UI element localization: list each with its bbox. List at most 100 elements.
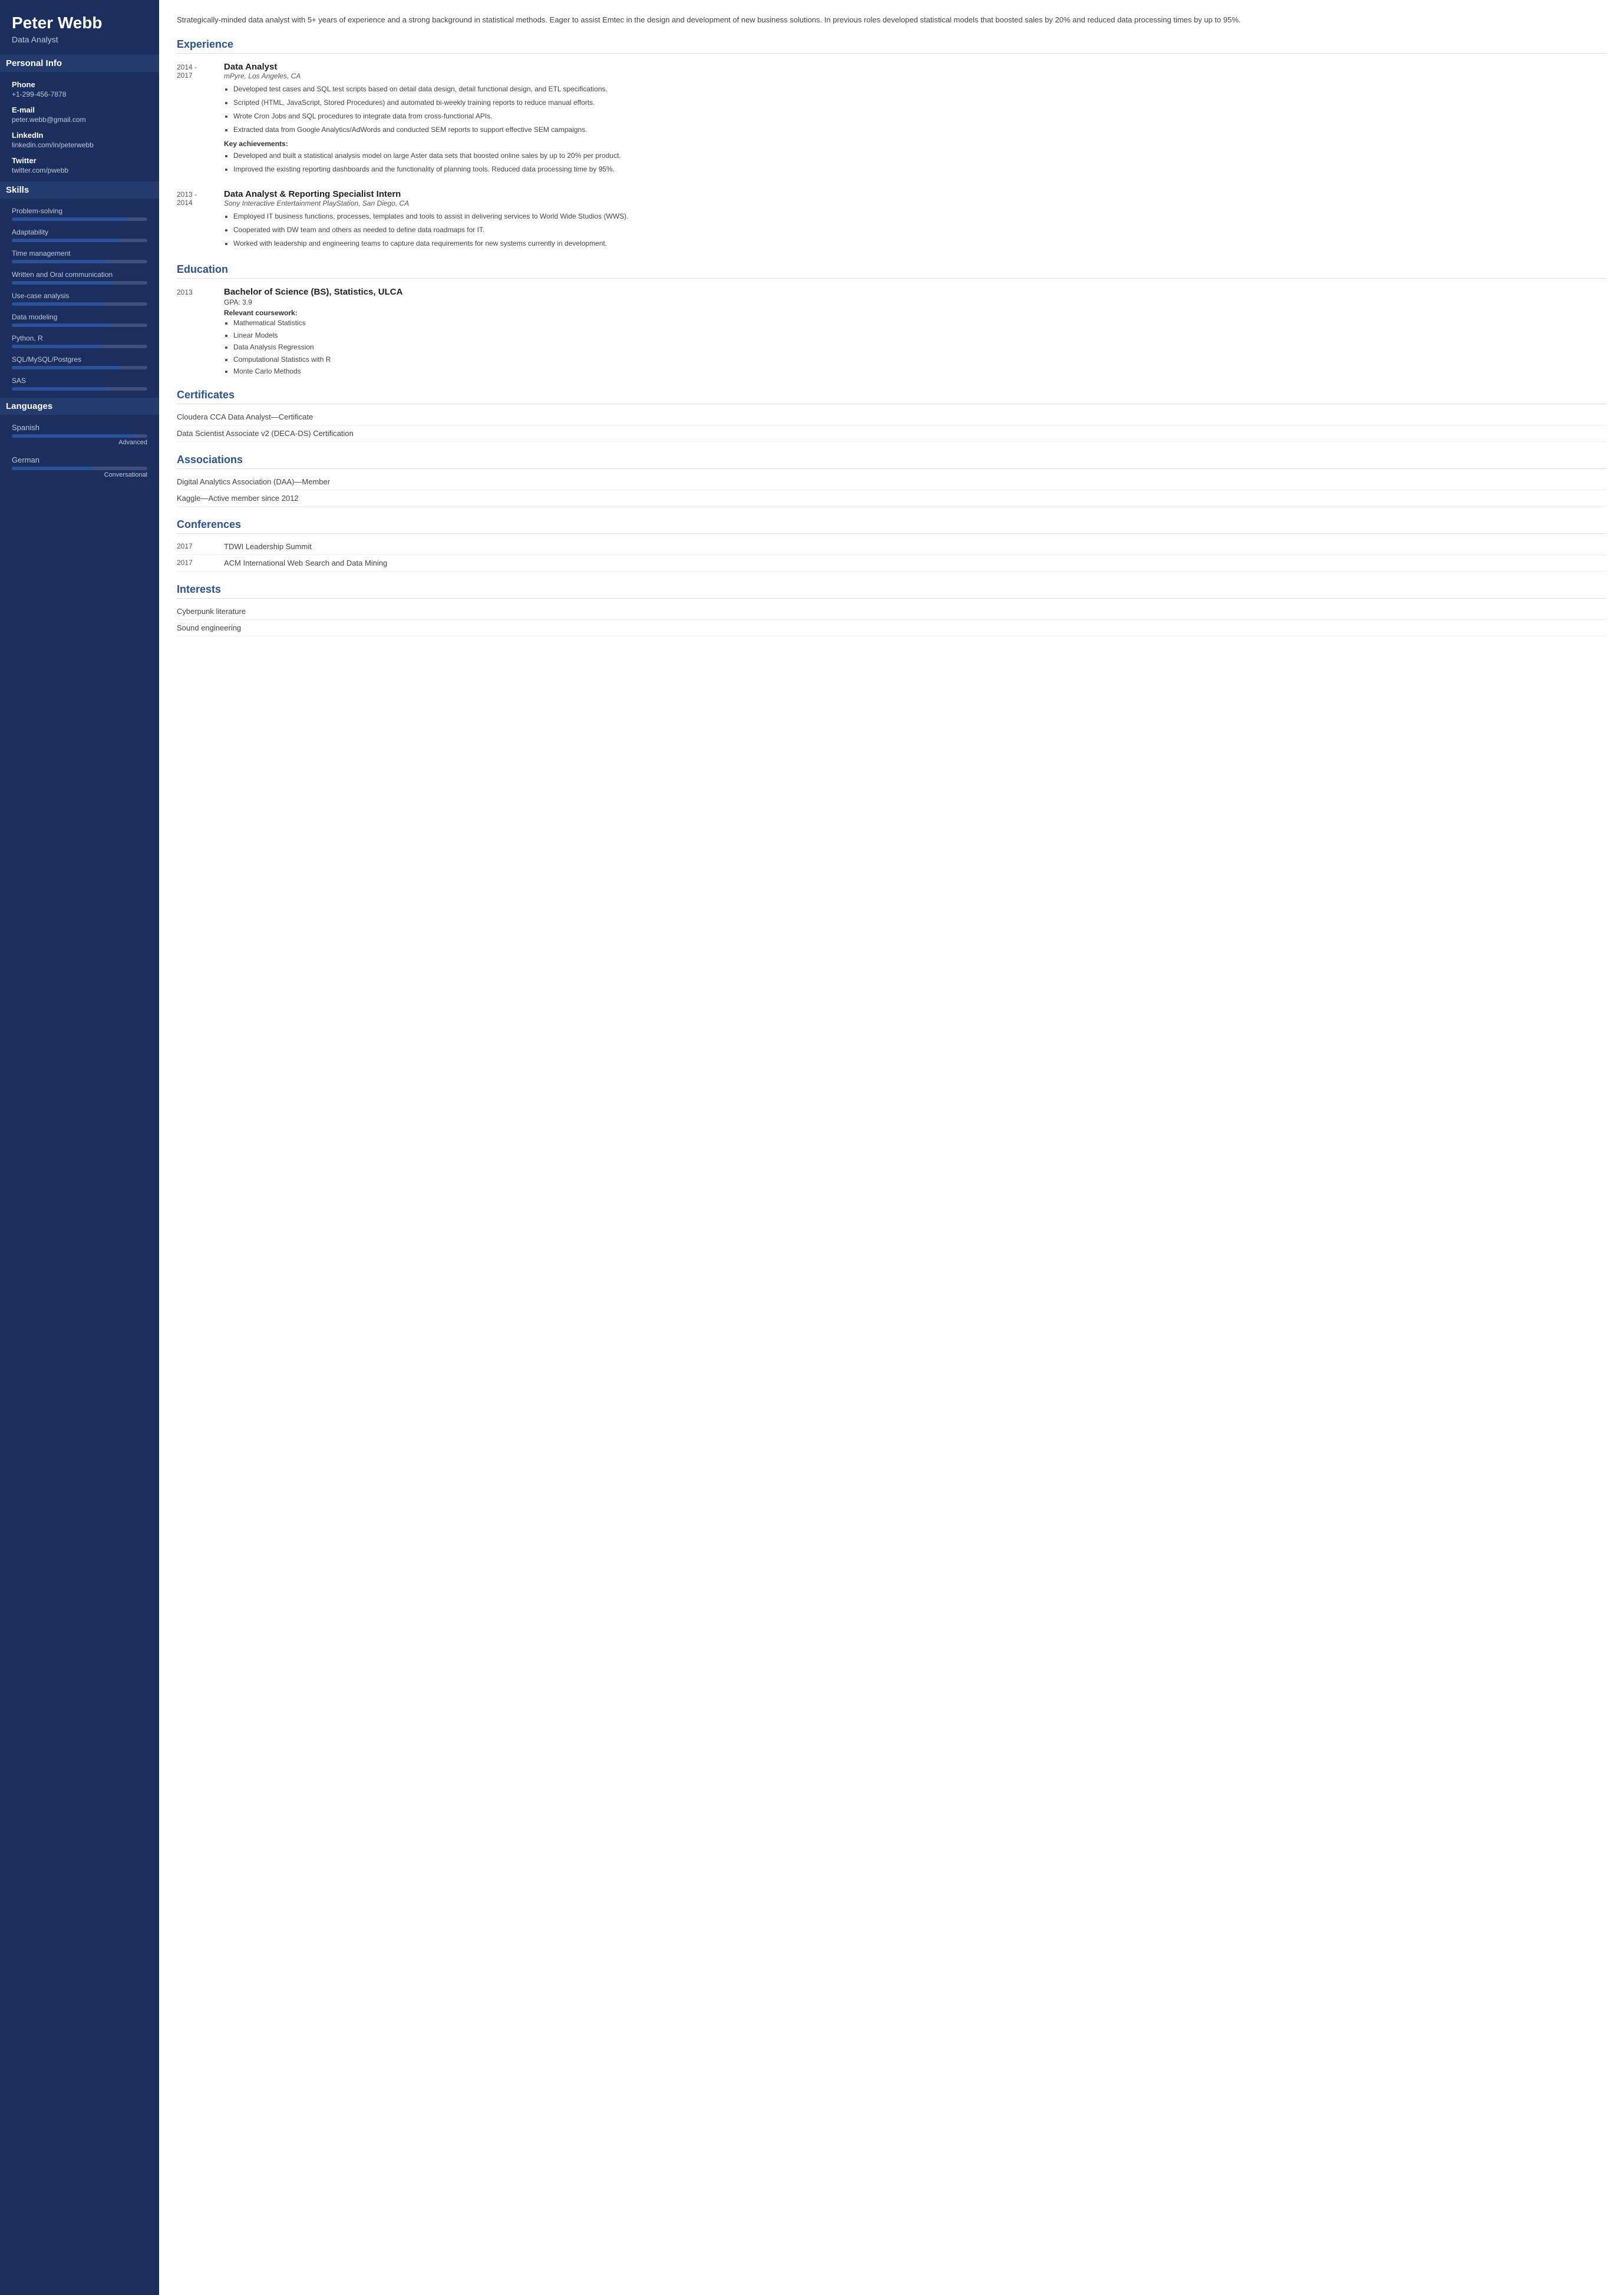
exp-content: Data Analyst & Reporting Specialist Inte…: [224, 189, 1606, 252]
associations-list: Digital Analytics Association (DAA)—Memb…: [177, 477, 1606, 507]
language-bar-bg: [12, 434, 147, 438]
skill-item: Python, R: [12, 334, 147, 348]
interests-section: Interests Cyberpunk literature Sound engi…: [177, 583, 1606, 636]
interests-list: Cyberpunk literature Sound engineering: [177, 607, 1606, 636]
exp-bullet: Employed IT business functions, processe…: [233, 211, 1606, 222]
exp-content: Data AnalystmPyre, Los Angeles, CA Develo…: [224, 62, 1606, 177]
conference-item: 2017ACM International Web Search and Dat…: [177, 559, 1606, 572]
skill-bar-bg: [12, 323, 147, 327]
associations-section: Associations Digital Analytics Associati…: [177, 454, 1606, 507]
education-title: Education: [177, 263, 1606, 279]
exp-bullet: Wrote Cron Jobs and SQL procedures to in…: [233, 111, 1606, 122]
skills-list: Problem-solvingAdaptabilityTime manageme…: [12, 207, 147, 391]
skill-item: Problem-solving: [12, 207, 147, 221]
skill-label: Written and Oral communication: [12, 270, 147, 279]
experience-list: 2014 -2017Data AnalystmPyre, Los Angeles…: [177, 62, 1606, 252]
experience-title: Experience: [177, 38, 1606, 54]
exp-company: Sony Interactive Entertainment PlayStati…: [224, 199, 1606, 207]
skill-bar-bg: [12, 239, 147, 242]
conference-year: 2017: [177, 542, 224, 551]
education-item: 2013Bachelor of Science (BS), Statistics…: [177, 287, 1606, 377]
personal-info-field: Twittertwitter.com/pwebb: [12, 156, 147, 174]
coursework-item: Data Analysis Regression: [233, 341, 1606, 353]
coursework-item: Mathematical Statistics: [233, 317, 1606, 329]
field-label: Phone: [12, 80, 147, 89]
personal-info-fields: Phone+1-299-456-7878 E-mailpeter.webb@gma…: [12, 80, 147, 174]
skill-item: Adaptability: [12, 228, 147, 242]
achievement-bullet: Improved the existing reporting dashboar…: [233, 164, 1606, 175]
conferences-title: Conferences: [177, 519, 1606, 534]
certificates-list: Cloudera CCA Data Analyst—Certificate Dat…: [177, 412, 1606, 442]
summary-text: Strategically-minded data analyst with 5…: [177, 14, 1606, 27]
exp-bullets: Developed test cases and SQL test script…: [224, 84, 1606, 136]
coursework-item: Monte Carlo Methods: [233, 365, 1606, 377]
language-level: Advanced: [12, 439, 147, 446]
exp-job-title: Data Analyst: [224, 62, 1606, 72]
interest-item: Cyberpunk literature: [177, 607, 1606, 620]
certificate-item: Cloudera CCA Data Analyst—Certificate: [177, 412, 1606, 425]
skill-label: Problem-solving: [12, 207, 147, 215]
skill-item: Use-case analysis: [12, 292, 147, 306]
coursework-item: Computational Statistics with R: [233, 354, 1606, 365]
certificate-item: Data Scientist Associate v2 (DECA-DS) Ce…: [177, 429, 1606, 442]
field-value: peter.webb@gmail.com: [12, 115, 147, 124]
key-achievements-label: Key achievements:: [224, 140, 1606, 148]
personal-info-field: E-mailpeter.webb@gmail.com: [12, 105, 147, 124]
personal-info-field: LinkedInlinkedin.com/in/peterwebb: [12, 131, 147, 149]
edu-gpa: GPA: 3.9: [224, 298, 1606, 306]
education-section: Education 2013Bachelor of Science (BS), …: [177, 263, 1606, 377]
edu-coursework-list: Mathematical StatisticsLinear ModelsData…: [224, 317, 1606, 377]
skills-header: Skills: [0, 181, 159, 199]
certificates-section: Certificates Cloudera CCA Data Analyst—C…: [177, 389, 1606, 442]
conferences-list: 2017TDWI Leadership Summit 2017ACM Intern…: [177, 542, 1606, 572]
experience-item: 2014 -2017Data AnalystmPyre, Los Angeles…: [177, 62, 1606, 177]
language-bar-bg: [12, 467, 147, 470]
experience-section: Experience 2014 -2017Data AnalystmPyre, …: [177, 38, 1606, 252]
exp-bullet: Scripted (HTML, JavaScript, Stored Proce…: [233, 97, 1606, 108]
skill-label: Adaptability: [12, 228, 147, 236]
field-label: E-mail: [12, 105, 147, 114]
exp-company: mPyre, Los Angeles, CA: [224, 72, 1606, 80]
association-item: Digital Analytics Association (DAA)—Memb…: [177, 477, 1606, 490]
skill-bar-fill: [12, 323, 110, 327]
interests-title: Interests: [177, 583, 1606, 599]
achievement-bullet: Developed and built a statistical analys…: [233, 150, 1606, 161]
conferences-section: Conferences 2017TDWI Leadership Summit20…: [177, 519, 1606, 572]
skill-bar-fill: [12, 302, 104, 306]
skill-item: SAS: [12, 377, 147, 391]
experience-item: 2013 -2014Data Analyst & Reporting Speci…: [177, 189, 1606, 252]
education-list: 2013Bachelor of Science (BS), Statistics…: [177, 287, 1606, 377]
association-item: Kaggle—Active member since 2012: [177, 494, 1606, 507]
skill-bar-fill: [12, 387, 107, 391]
conference-name: TDWI Leadership Summit: [224, 542, 312, 551]
skill-label: SAS: [12, 377, 147, 385]
skill-label: Use-case analysis: [12, 292, 147, 300]
language-name: Spanish: [12, 423, 147, 432]
skill-label: Python, R: [12, 334, 147, 342]
achievements-bullets: Developed and built a statistical analys…: [224, 150, 1606, 175]
conference-item: 2017TDWI Leadership Summit: [177, 542, 1606, 555]
skill-bar-bg: [12, 387, 147, 391]
exp-bullets: Employed IT business functions, processe…: [224, 211, 1606, 250]
skill-bar-bg: [12, 366, 147, 369]
field-label: Twitter: [12, 156, 147, 165]
conference-year: 2017: [177, 559, 224, 567]
edu-content: Bachelor of Science (BS), Statistics, UL…: [224, 287, 1606, 377]
coursework-item: Linear Models: [233, 329, 1606, 341]
skill-label: SQL/MySQL/Postgres: [12, 355, 147, 364]
language-item: GermanConversational: [12, 455, 147, 478]
skill-bar-bg: [12, 302, 147, 306]
field-value: linkedin.com/in/peterwebb: [12, 141, 147, 149]
exp-bullet: Developed test cases and SQL test script…: [233, 84, 1606, 95]
skill-bar-bg: [12, 281, 147, 285]
personal-info-header: Personal Info: [0, 55, 159, 72]
interest-item: Sound engineering: [177, 623, 1606, 636]
languages-list: Spanish Advanced GermanConversational: [12, 423, 147, 478]
personal-info-field: Phone+1-299-456-7878: [12, 80, 147, 98]
field-value: +1-299-456-7878: [12, 90, 147, 98]
skill-bar-fill: [12, 345, 100, 348]
sidebar-title: Data Analyst: [12, 35, 147, 44]
associations-title: Associations: [177, 454, 1606, 469]
sidebar: Peter Webb Data Analyst Personal Info Ph…: [0, 0, 159, 2295]
skill-bar-bg: [12, 217, 147, 221]
